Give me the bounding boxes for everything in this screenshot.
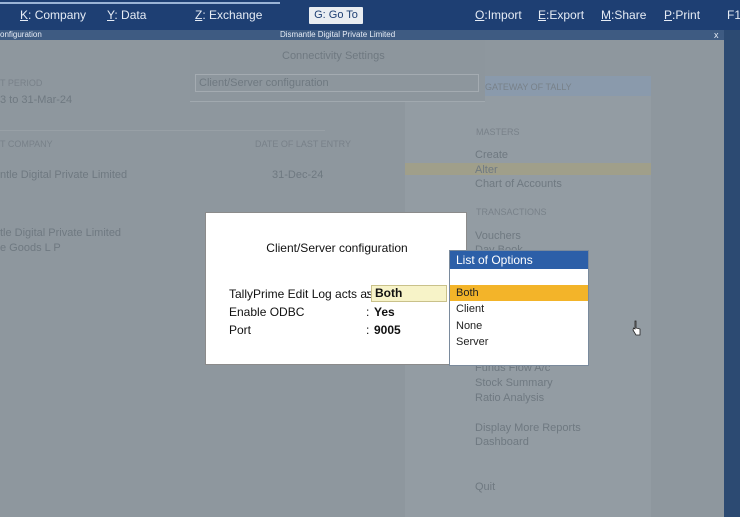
goto-colon: : [322,9,326,21]
menu-data-colon: : [114,8,118,22]
masters-header: MASTERS [476,127,520,137]
menu-print[interactable]: P:Print [664,8,700,22]
menu-data-label: Data [121,8,147,22]
current-period-label: T PERIOD [0,78,43,88]
menu-data[interactable]: Y: Data [107,8,146,22]
menu-import[interactable]: O:Import [475,8,522,22]
edit-log-colon: : [366,287,370,301]
menu-share[interactable]: M:Share [601,8,646,22]
menu-export-label: Export [549,8,585,22]
goto-label: Go To [328,9,358,21]
enable-odbc-label: Enable ODBC [229,305,305,319]
gateway-header: GATEWAY OF TALLY [485,82,572,92]
current-period-value: 3 to 31-Mar-24 [0,94,73,106]
gateway-item-stock-summary[interactable]: Stock Summary [475,377,553,389]
enable-odbc-value[interactable]: Yes [374,305,395,319]
menu-share-key: M [601,8,611,22]
options-header: List of Options [450,251,588,269]
goto-button[interactable]: G: Go To [309,7,363,24]
company-last-entry-date: 31-Dec-24 [272,169,324,181]
menu-export-key: E [538,8,547,22]
enable-odbc-colon: : [366,305,370,319]
gateway-item-create[interactable]: Create [475,149,508,161]
company-list-item[interactable]: e Goods L P [0,242,61,254]
gateway-item-dashboard[interactable]: Dashboard [475,436,529,448]
menu-print-key: P [664,8,673,22]
dialog-title: Client/Server configuration [266,241,408,255]
gateway-item-more-reports[interactable]: Display More Reports [475,422,581,434]
menu-company[interactable]: K: Company [20,8,86,22]
menu-selection-line [0,2,280,4]
menu-company-key: K [20,8,29,22]
menu-exchange[interactable]: Z: Exchange [195,8,262,22]
screen-title: onfiguration [0,30,42,39]
gateway-item-vouchers[interactable]: Vouchers [475,230,521,242]
transactions-header: TRANSACTIONS [476,207,547,217]
list-of-options: List of Options Both Client None Server [449,250,589,366]
menu-help[interactable]: F1 [727,8,740,22]
menu-company-label: Company [34,8,87,22]
mouse-cursor-icon [632,320,641,336]
right-button-bar [724,30,740,517]
company-title: Dismantle Digital Private Limited [280,30,396,39]
edit-log-label: TallyPrime Edit Log acts as [229,287,374,301]
gateway-item-alter[interactable]: Alter [475,164,498,176]
gateway-item-ratio-analysis[interactable]: Ratio Analysis [475,392,544,404]
company-list-item[interactable]: tle Digital Private Limited [0,227,121,239]
option-both[interactable]: Both [450,285,588,301]
menu-print-label: Print [675,8,701,22]
menu-exchange-colon: : [202,8,206,22]
menu-company-colon: : [28,8,32,22]
port-colon: : [366,323,370,337]
menu-help-label: F1 [727,8,740,22]
top-menu-bar: K: Company Y: Data Z: Exchange G: Go To … [0,0,740,30]
option-none[interactable]: None [450,318,588,334]
connectivity-field[interactable]: Client/Server configuration [199,77,329,89]
port-value[interactable]: 9005 [374,323,401,337]
title-strip: onfiguration Dismantle Digital Private L… [0,30,724,40]
last-entry-label: DATE OF LAST ENTRY [255,139,352,149]
company-name[interactable]: ntle Digital Private Limited [0,169,127,181]
option-server[interactable]: Server [450,334,588,350]
close-icon[interactable]: x [714,30,719,40]
menu-share-label: Share [614,8,647,22]
connectivity-title: Connectivity Settings [282,50,385,62]
goto-key: G [314,9,323,21]
divider [0,130,325,131]
gateway-item-quit[interactable]: Quit [475,481,495,493]
client-server-dialog: Client/Server configuration TallyPrime E… [205,212,467,365]
edit-log-field[interactable]: Both [371,285,447,302]
option-client[interactable]: Client [450,301,588,317]
current-company-label: T COMPANY [0,139,53,149]
port-label: Port [229,323,252,337]
gateway-selected-row [405,163,651,175]
menu-exchange-label: Exchange [209,8,263,22]
menu-import-label: Import [487,8,522,22]
menu-export[interactable]: E:Export [538,8,584,22]
menu-import-key: O [475,8,485,22]
gateway-item-chart-of-accounts[interactable]: Chart of Accounts [475,178,562,190]
